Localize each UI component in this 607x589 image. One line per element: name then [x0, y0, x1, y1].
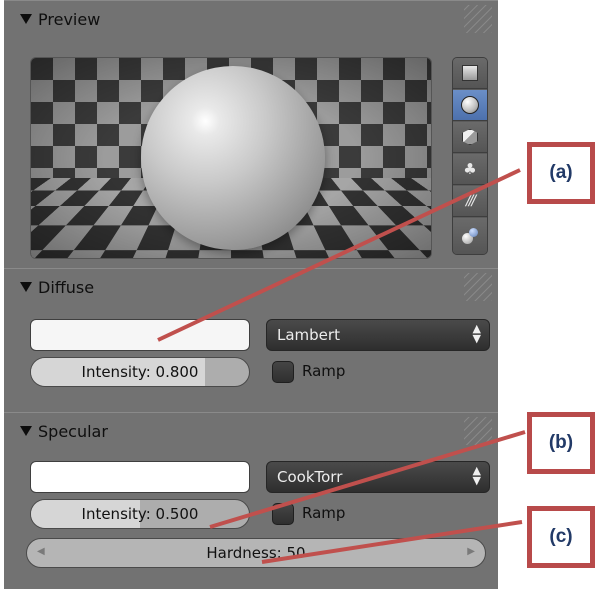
preview-cube-button[interactable] [453, 122, 487, 153]
drag-grip-icon[interactable] [464, 417, 492, 445]
up-down-arrows-icon: ▲ ▼ [472, 464, 481, 487]
specular-panel-title: Specular [38, 422, 108, 441]
specular-intensity-text: Intensity: 0.500 [81, 505, 199, 523]
world-sphere-icon [462, 228, 478, 244]
annotation-callout-b: (b) [527, 412, 595, 474]
specular-ramp-label: Ramp [302, 504, 346, 522]
cube-icon [462, 129, 478, 145]
diffuse-color-swatch[interactable] [30, 319, 250, 351]
preview-plane-button[interactable] [453, 58, 487, 89]
drag-grip-icon[interactable] [464, 273, 492, 301]
specular-shader-select[interactable]: CookTorr ▲ ▼ [266, 461, 490, 493]
specular-panel-header[interactable]: Specular [4, 413, 498, 453]
specular-ramp-checkbox[interactable] [272, 503, 294, 525]
specular-color-swatch[interactable] [30, 461, 250, 493]
specular-shader-value: CookTorr [277, 468, 343, 486]
diffuse-ramp-checkbox[interactable] [272, 361, 294, 383]
diffuse-ramp-label: Ramp [302, 362, 346, 380]
preview-monkey-button[interactable]: ♣ [453, 154, 487, 185]
annotation-callout-c: (c) [527, 506, 595, 568]
diffuse-panel-header[interactable]: Diffuse [4, 269, 498, 309]
preview-panel-title: Preview [38, 10, 101, 29]
diffuse-panel: Diffuse Lambert ▲ ▼ Intensity: 0.800 Ramp [4, 268, 498, 413]
annotation-callout-a: (a) [527, 142, 595, 204]
specular-intensity-slider[interactable]: Intensity: 0.500 [30, 499, 250, 529]
preview-hair-button[interactable]: /// [453, 186, 487, 217]
drag-grip-icon[interactable] [464, 5, 492, 33]
preview-sphere [141, 66, 325, 250]
specular-hardness-slider[interactable]: ◀ Hardness: 50 ▶ [26, 538, 486, 568]
collapse-triangle-icon[interactable] [20, 426, 32, 436]
preview-shape-selector: ♣ /// [452, 57, 488, 255]
preview-panel: Preview ♣ /// [4, 0, 498, 269]
monkey-icon: ♣ [463, 159, 477, 178]
collapse-triangle-icon[interactable] [20, 14, 32, 24]
sphere-icon [461, 96, 479, 114]
increment-arrow-icon[interactable]: ▶ [467, 546, 475, 557]
collapse-triangle-icon[interactable] [20, 282, 32, 292]
material-preview-render [30, 57, 432, 259]
material-properties-panel: Preview ♣ /// Diffuse Lambert ▲ ▼ Intens… [4, 0, 498, 589]
diffuse-intensity-slider[interactable]: Intensity: 0.800 [30, 357, 250, 387]
diffuse-shader-value: Lambert [277, 326, 340, 344]
preview-world-button[interactable] [453, 218, 487, 254]
plane-icon [462, 65, 478, 81]
preview-panel-header[interactable]: Preview [4, 1, 498, 41]
hardness-text: Hardness: 50 [206, 544, 306, 562]
diffuse-panel-title: Diffuse [38, 278, 95, 297]
preview-sphere-button[interactable] [453, 90, 487, 121]
diffuse-intensity-text: Intensity: 0.800 [81, 363, 199, 381]
up-down-arrows-icon: ▲ ▼ [472, 322, 481, 345]
hair-icon: /// [465, 193, 476, 209]
diffuse-shader-select[interactable]: Lambert ▲ ▼ [266, 319, 490, 351]
